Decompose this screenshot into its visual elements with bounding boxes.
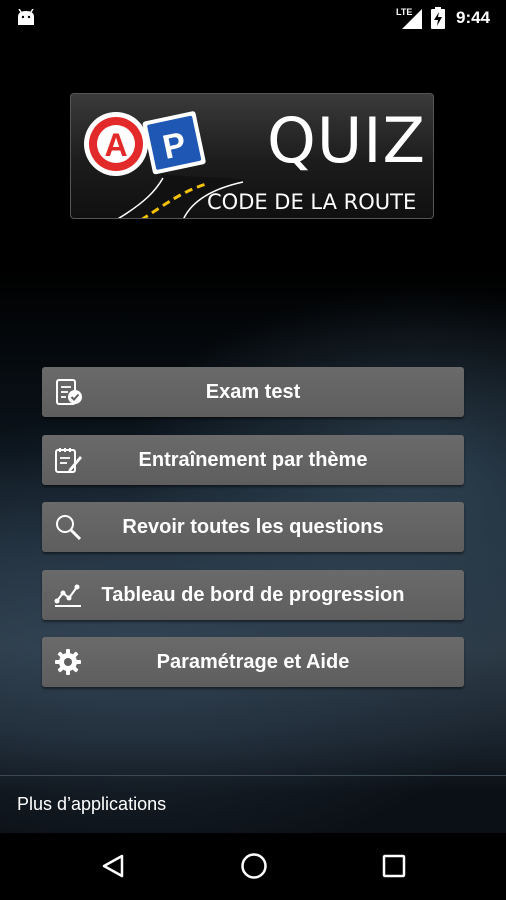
home-icon[interactable] — [240, 852, 268, 880]
recent-apps-icon[interactable] — [382, 854, 406, 878]
review-all-questions-label: Revoir toutes les questions — [122, 515, 384, 538]
android-icon — [18, 9, 34, 25]
gear-icon — [55, 649, 81, 675]
app-screen: LTE 9:44 A P QUIZ CODE DE LA ROUTE Exam … — [0, 0, 506, 900]
more-apps-link[interactable]: Plus d’applications — [17, 794, 166, 815]
logo-subtitle: CODE DE LA ROUTE — [207, 190, 417, 214]
exam-checklist-icon — [56, 379, 82, 405]
system-nav-bar — [0, 833, 506, 900]
more-apps-bar: Plus d’applications — [0, 775, 506, 833]
back-icon[interactable] — [100, 853, 126, 879]
status-bar: LTE 9:44 — [0, 0, 506, 36]
search-icon — [56, 515, 82, 541]
badge-a-letter: A — [104, 127, 127, 163]
battery-charging-icon — [431, 7, 445, 29]
settings-and-help-button[interactable]: Paramétrage et Aide — [42, 637, 464, 687]
progress-dashboard-label: Tableau de bord de progression — [101, 583, 405, 606]
signal-icon — [402, 9, 422, 29]
notepad-edit-icon — [55, 448, 82, 473]
exam-test-button[interactable]: Exam test — [42, 367, 464, 417]
logo-title: QUIZ — [267, 104, 426, 177]
app-logo: A P QUIZ CODE DE LA ROUTE — [70, 93, 434, 219]
badge-p-letter: P — [159, 125, 189, 167]
review-all-questions-button[interactable]: Revoir toutes les questions — [42, 502, 464, 552]
training-by-theme-label: Entraînement par thème — [138, 448, 368, 471]
progress-chart-icon — [54, 584, 81, 607]
progress-dashboard-button[interactable]: Tableau de bord de progression — [42, 570, 464, 620]
status-clock: 9:44 — [456, 8, 491, 27]
training-by-theme-button[interactable]: Entraînement par thème — [42, 435, 464, 485]
exam-test-label: Exam test — [205, 380, 301, 403]
settings-and-help-label: Paramétrage et Aide — [156, 650, 350, 673]
